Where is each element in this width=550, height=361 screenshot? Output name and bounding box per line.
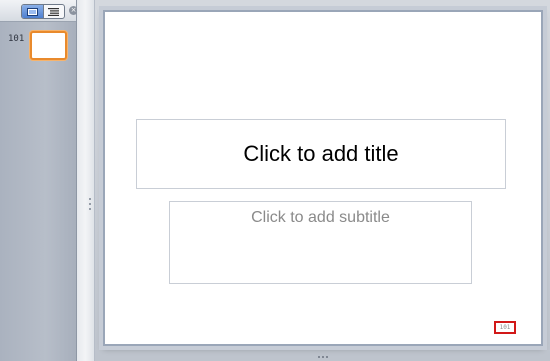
title-placeholder[interactable]: Click to add title: [136, 119, 506, 189]
splitter-grip-icon[interactable]: [89, 198, 92, 214]
view-mode-switch: [21, 4, 65, 19]
title-placeholder-text: Click to add title: [243, 141, 399, 166]
subtitle-placeholder-text: Click to add subtitle: [251, 209, 390, 226]
slides-view-icon: [26, 7, 38, 16]
outline-view-button[interactable]: [42, 5, 65, 18]
slides-view-button[interactable]: [22, 5, 43, 18]
slide-thumbnail-pane: × 101: [0, 0, 78, 361]
pane-toolbar: ×: [0, 0, 78, 22]
outline-view-icon: [48, 7, 60, 16]
slide-page-number[interactable]: 101: [494, 321, 516, 334]
slide-thumbnail[interactable]: [30, 31, 67, 60]
slide-number-label: 101: [8, 34, 25, 44]
subtitle-placeholder[interactable]: Click to add subtitle: [169, 201, 472, 284]
pane-splitter[interactable]: [77, 0, 95, 361]
resize-handle-icon[interactable]: [318, 356, 332, 360]
